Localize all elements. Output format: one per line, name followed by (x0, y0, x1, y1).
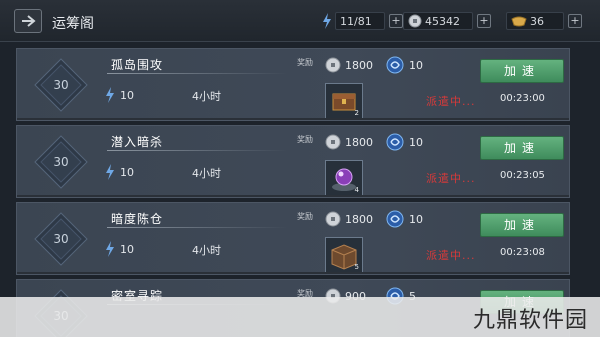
reward-item[interactable]: 4 (325, 160, 363, 196)
silver-coin-icon (325, 57, 341, 73)
reward-silver: 1800 (325, 134, 373, 150)
level-badge: 30 (31, 132, 91, 192)
name-divider (107, 227, 287, 228)
mission-duration: 4小时 (192, 244, 221, 257)
level-badge: 30 (31, 209, 91, 269)
silver-box: 45342 (403, 12, 473, 30)
silver-coin-icon (325, 134, 341, 150)
lightning-icon (106, 164, 114, 180)
reward-label: 奖励 (297, 135, 313, 144)
reward-silver-value: 1800 (345, 212, 373, 226)
back-button[interactable] (14, 9, 42, 33)
mission-card: 30 孤岛围攻 10 4小时 奖励 1800 10 2 派遣中... 00:23… (16, 48, 570, 121)
mission-timer: 00:23:00 (500, 93, 545, 104)
mission-name: 潜入暗杀 (111, 135, 164, 149)
reward-orb: 10 (385, 209, 423, 229)
gold-box: 36 (506, 12, 564, 30)
energy-value: 11/81 (340, 14, 372, 28)
reward-label: 奖励 (297, 58, 313, 67)
mission-duration: 4小时 (192, 90, 221, 103)
item-count: 2 (354, 109, 359, 117)
reward-orb-value: 10 (409, 212, 423, 226)
name-divider (107, 73, 287, 74)
mission-status: 派遣中... (426, 172, 476, 185)
energy-cost: 10 (105, 241, 134, 257)
blue-swirl-icon (386, 56, 404, 74)
gold-value: 36 (530, 14, 544, 28)
add-silver-button[interactable]: + (477, 14, 491, 28)
reward-silver: 1800 (325, 57, 373, 73)
reward-item[interactable]: 5 (325, 237, 363, 273)
mission-name: 暗度陈仓 (111, 212, 164, 226)
reward-orb: 10 (385, 55, 423, 75)
reward-orb-value: 10 (409, 135, 423, 149)
silver-coin-icon (325, 211, 341, 227)
mission-status: 派遣中... (426, 249, 476, 262)
reward-silver-value: 1800 (345, 135, 373, 149)
mission-timer: 00:23:08 (500, 247, 545, 258)
silver-resource: 45342 + (403, 12, 491, 30)
mission-name: 孤岛围攻 (111, 58, 164, 72)
gold-ingot-icon (511, 16, 527, 27)
level-badge: 30 (31, 55, 91, 115)
blue-swirl-icon (386, 210, 404, 228)
mission-duration: 4小时 (192, 167, 221, 180)
item-count: 5 (354, 263, 359, 271)
energy-box: 11/81 (335, 12, 385, 30)
speed-up-button[interactable]: 加速 (480, 59, 564, 83)
lightning-icon (323, 13, 331, 29)
energy-cost-value: 10 (120, 88, 134, 102)
silver-value: 45342 (425, 14, 460, 28)
reward-orb-value: 10 (409, 58, 423, 72)
energy-cost-value: 10 (120, 242, 134, 256)
reward-silver: 1800 (325, 211, 373, 227)
mission-timer: 00:23:05 (500, 170, 545, 181)
speed-up-button[interactable]: 加速 (480, 213, 564, 237)
gold-resource: 36 + (506, 12, 582, 30)
energy-cost: 10 (105, 87, 134, 103)
top-bar: 运筹阁 11/81 + 45342 + 36 + (0, 0, 600, 42)
mission-card: 30 暗度陈仓 10 4小时 奖励 1800 10 5 派遣中... 00:23… (16, 202, 570, 275)
reward-item[interactable]: 2 (325, 83, 363, 119)
mission-status: 派遣中... (426, 95, 476, 108)
blue-swirl-icon (386, 133, 404, 151)
level-value: 30 (53, 78, 69, 92)
reward-silver-value: 1800 (345, 58, 373, 72)
level-value: 30 (53, 232, 69, 246)
name-divider (107, 150, 287, 151)
speed-up-button[interactable]: 加速 (480, 136, 564, 160)
add-gold-button[interactable]: + (568, 14, 582, 28)
energy-resource: 11/81 + (322, 12, 403, 30)
mission-card: 30 潜入暗杀 10 4小时 奖励 1800 10 4 派遣中... 00:23… (16, 125, 570, 198)
energy-cost: 10 (105, 164, 134, 180)
add-energy-button[interactable]: + (389, 14, 403, 28)
energy-cost-value: 10 (120, 165, 134, 179)
level-value: 30 (53, 155, 69, 169)
watermark-text: 九鼎软件园 (472, 308, 588, 333)
lightning-icon (106, 87, 114, 103)
back-arrow-icon (22, 15, 36, 27)
reward-orb: 10 (385, 132, 423, 152)
lightning-icon (106, 241, 114, 257)
silver-coin-icon (408, 14, 422, 28)
item-count: 4 (354, 186, 359, 194)
reward-label: 奖励 (297, 212, 313, 221)
page-title: 运筹阁 (52, 16, 94, 32)
